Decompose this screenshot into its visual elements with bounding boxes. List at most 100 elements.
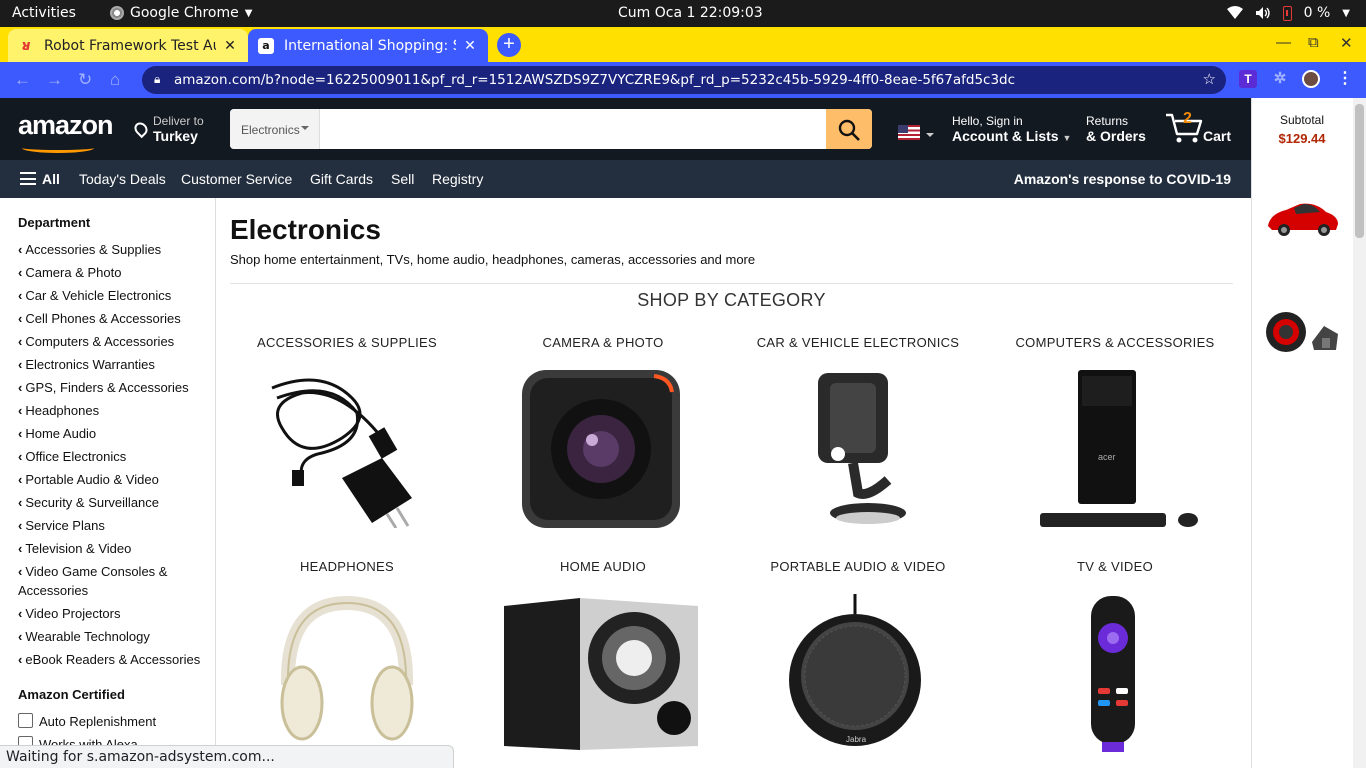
dept-link[interactable]: Car & Vehicle Electronics bbox=[18, 286, 208, 305]
reload-icon[interactable]: ↻ bbox=[78, 70, 92, 90]
menu-kebab-icon[interactable]: ⋮ bbox=[1336, 70, 1354, 88]
dept-link[interactable]: GPS, Finders & Accessories bbox=[18, 378, 208, 397]
all-menu[interactable]: All bbox=[42, 171, 60, 187]
tab-robot-framework[interactable]: ᴚ Robot Framework Test Au ✕ bbox=[8, 29, 248, 62]
dept-link[interactable]: Office Electronics bbox=[18, 447, 208, 466]
account-greeting: Hello, Sign in bbox=[952, 114, 1023, 128]
tab-strip: ᴚ Robot Framework Test Au ✕ a Internatio… bbox=[0, 27, 1366, 62]
dept-link[interactable]: Computers & Accessories bbox=[18, 332, 208, 351]
category-label[interactable]: HOME AUDIO bbox=[478, 559, 728, 574]
battery-percentage: 0 % bbox=[1303, 5, 1331, 21]
close-tab-icon[interactable]: ✕ bbox=[462, 38, 478, 54]
cart-item-racing-wheel[interactable] bbox=[1264, 308, 1342, 356]
nav-customer-service[interactable]: Customer Service bbox=[181, 171, 292, 187]
caret-down-icon: ▼ bbox=[1062, 133, 1072, 143]
nav-todays-deals[interactable]: Today's Deals bbox=[79, 171, 166, 187]
close-window-icon[interactable]: ✕ bbox=[1340, 34, 1353, 52]
us-flag-icon[interactable] bbox=[898, 125, 920, 140]
app-menu[interactable]: Google Chrome ▼ bbox=[110, 5, 252, 21]
orders-label: & Orders bbox=[1086, 128, 1146, 144]
bookmark-star-icon[interactable]: ☆ bbox=[1203, 70, 1216, 88]
category-label[interactable]: HEADPHONES bbox=[222, 559, 472, 574]
clock[interactable]: Cum Oca 1 22:09:03 bbox=[618, 5, 763, 21]
account-lists[interactable]: Hello, Sign in Account & Lists ▼ bbox=[952, 114, 1071, 144]
dept-link[interactable]: eBook Readers & Accessories bbox=[18, 650, 208, 669]
search-icon bbox=[838, 119, 860, 141]
auto-replenishment-checkbox[interactable] bbox=[18, 713, 33, 728]
cart-button[interactable]: 2 Cart bbox=[1165, 110, 1231, 149]
dept-link[interactable]: Security & Surveillance bbox=[18, 493, 208, 512]
minimize-icon[interactable]: — bbox=[1276, 34, 1291, 51]
activities-button[interactable]: Activities bbox=[12, 5, 76, 21]
dept-link[interactable]: Home Audio bbox=[18, 424, 208, 443]
department-sidebar: Department Accessories & Supplies Camera… bbox=[0, 198, 216, 758]
category-label[interactable]: CAR & VEHICLE ELECTRONICS bbox=[733, 335, 983, 350]
headphones-image[interactable] bbox=[276, 595, 418, 745]
amazon-favicon-icon: a bbox=[258, 37, 274, 54]
amazon-logo[interactable]: amazon bbox=[18, 110, 114, 153]
language-caret-icon[interactable] bbox=[926, 133, 934, 141]
dept-link[interactable]: Camera & Photo bbox=[18, 263, 208, 282]
robot-framework-favicon-icon: ᴚ bbox=[21, 37, 31, 54]
dept-link[interactable]: Cell Phones & Accessories bbox=[18, 309, 208, 328]
dept-link[interactable]: Service Plans bbox=[18, 516, 208, 535]
nav-registry[interactable]: Registry bbox=[432, 171, 483, 187]
category-label[interactable]: TV & VIDEO bbox=[990, 559, 1240, 574]
new-tab-button[interactable]: + bbox=[497, 33, 521, 57]
profile-avatar[interactable] bbox=[1302, 70, 1320, 88]
returns-orders[interactable]: Returns & Orders bbox=[1086, 114, 1146, 144]
divider bbox=[230, 283, 1233, 284]
hamburger-menu-icon[interactable] bbox=[20, 172, 36, 185]
category-label[interactable]: PORTABLE AUDIO & VIDEO bbox=[733, 559, 983, 574]
subtotal-label: Subtotal bbox=[1279, 113, 1325, 127]
usb-cable-charger-image[interactable] bbox=[262, 368, 422, 528]
dept-link[interactable]: Television & Video bbox=[18, 539, 208, 558]
subwoofer-image[interactable] bbox=[502, 596, 700, 754]
page-title: Electronics bbox=[230, 214, 381, 245]
search-category-label: Electronics bbox=[241, 123, 300, 137]
dept-link[interactable]: Wearable Technology bbox=[18, 627, 208, 646]
speakerphone-image[interactable]: Jabra bbox=[786, 594, 924, 754]
chrome-icon bbox=[110, 6, 124, 20]
extensions-puzzle-icon[interactable]: ✲ bbox=[1271, 70, 1289, 88]
nav-sell[interactable]: Sell bbox=[391, 171, 414, 187]
close-tab-icon[interactable]: ✕ bbox=[222, 38, 238, 54]
action-camera-image[interactable] bbox=[520, 368, 682, 530]
back-icon[interactable]: ← bbox=[14, 70, 31, 90]
maximize-icon[interactable]: ⧉ bbox=[1308, 34, 1319, 51]
extension-t-icon[interactable]: T bbox=[1239, 70, 1257, 88]
home-icon[interactable]: ⌂ bbox=[110, 70, 120, 90]
svg-text:acer: acer bbox=[1098, 452, 1116, 462]
page-subtitle: Shop home entertainment, TVs, home audio… bbox=[230, 252, 756, 267]
car-phone-mount-image[interactable] bbox=[798, 368, 916, 528]
roku-remote-image[interactable] bbox=[1088, 594, 1138, 754]
caret-down-icon bbox=[301, 126, 309, 134]
tab-amazon[interactable]: a International Shopping: S ✕ bbox=[248, 29, 488, 62]
department-heading: Department bbox=[18, 215, 91, 230]
cart-sidebar: Subtotal $129.44 bbox=[1251, 98, 1353, 768]
page-scrollbar[interactable] bbox=[1353, 98, 1366, 768]
account-lists-label: Account & Lists bbox=[952, 128, 1059, 144]
auto-replenishment-label[interactable]: Auto Replenishment bbox=[39, 714, 156, 729]
search-button[interactable] bbox=[826, 109, 872, 149]
search-category-dropdown[interactable]: Electronics bbox=[230, 109, 320, 149]
lock-icon[interactable]: 🔒︎ bbox=[154, 72, 160, 87]
covid-response-link[interactable]: Amazon's response to COVID-19 bbox=[1014, 171, 1231, 187]
category-label[interactable]: COMPUTERS & ACCESSORIES bbox=[990, 335, 1240, 350]
category-label[interactable]: CAMERA & PHOTO bbox=[478, 335, 728, 350]
dept-link[interactable]: Portable Audio & Video bbox=[18, 470, 208, 489]
category-label[interactable]: ACCESSORIES & SUPPLIES bbox=[222, 335, 472, 350]
dept-link[interactable]: Video Projectors bbox=[18, 604, 208, 623]
dept-link[interactable]: Accessories & Supplies bbox=[18, 240, 208, 259]
dept-link[interactable]: Electronics Warranties bbox=[18, 355, 208, 374]
scrollbar-thumb[interactable] bbox=[1355, 104, 1364, 238]
search-input[interactable] bbox=[321, 109, 826, 149]
address-bar[interactable]: 🔒︎ amazon.com/b?node=16225009011&pf_rd_r… bbox=[142, 66, 1226, 94]
nav-gift-cards[interactable]: Gift Cards bbox=[310, 171, 373, 187]
system-tray[interactable]: 0 % ▼ bbox=[1226, 5, 1350, 21]
dept-link[interactable]: Headphones bbox=[18, 401, 208, 420]
dept-link[interactable]: Video Game Consoles & Accessories bbox=[18, 562, 178, 600]
forward-icon[interactable]: → bbox=[46, 70, 63, 90]
cart-item-red-toy-car[interactable] bbox=[1264, 198, 1342, 240]
desktop-computer-image[interactable]: acer bbox=[1036, 368, 1202, 532]
